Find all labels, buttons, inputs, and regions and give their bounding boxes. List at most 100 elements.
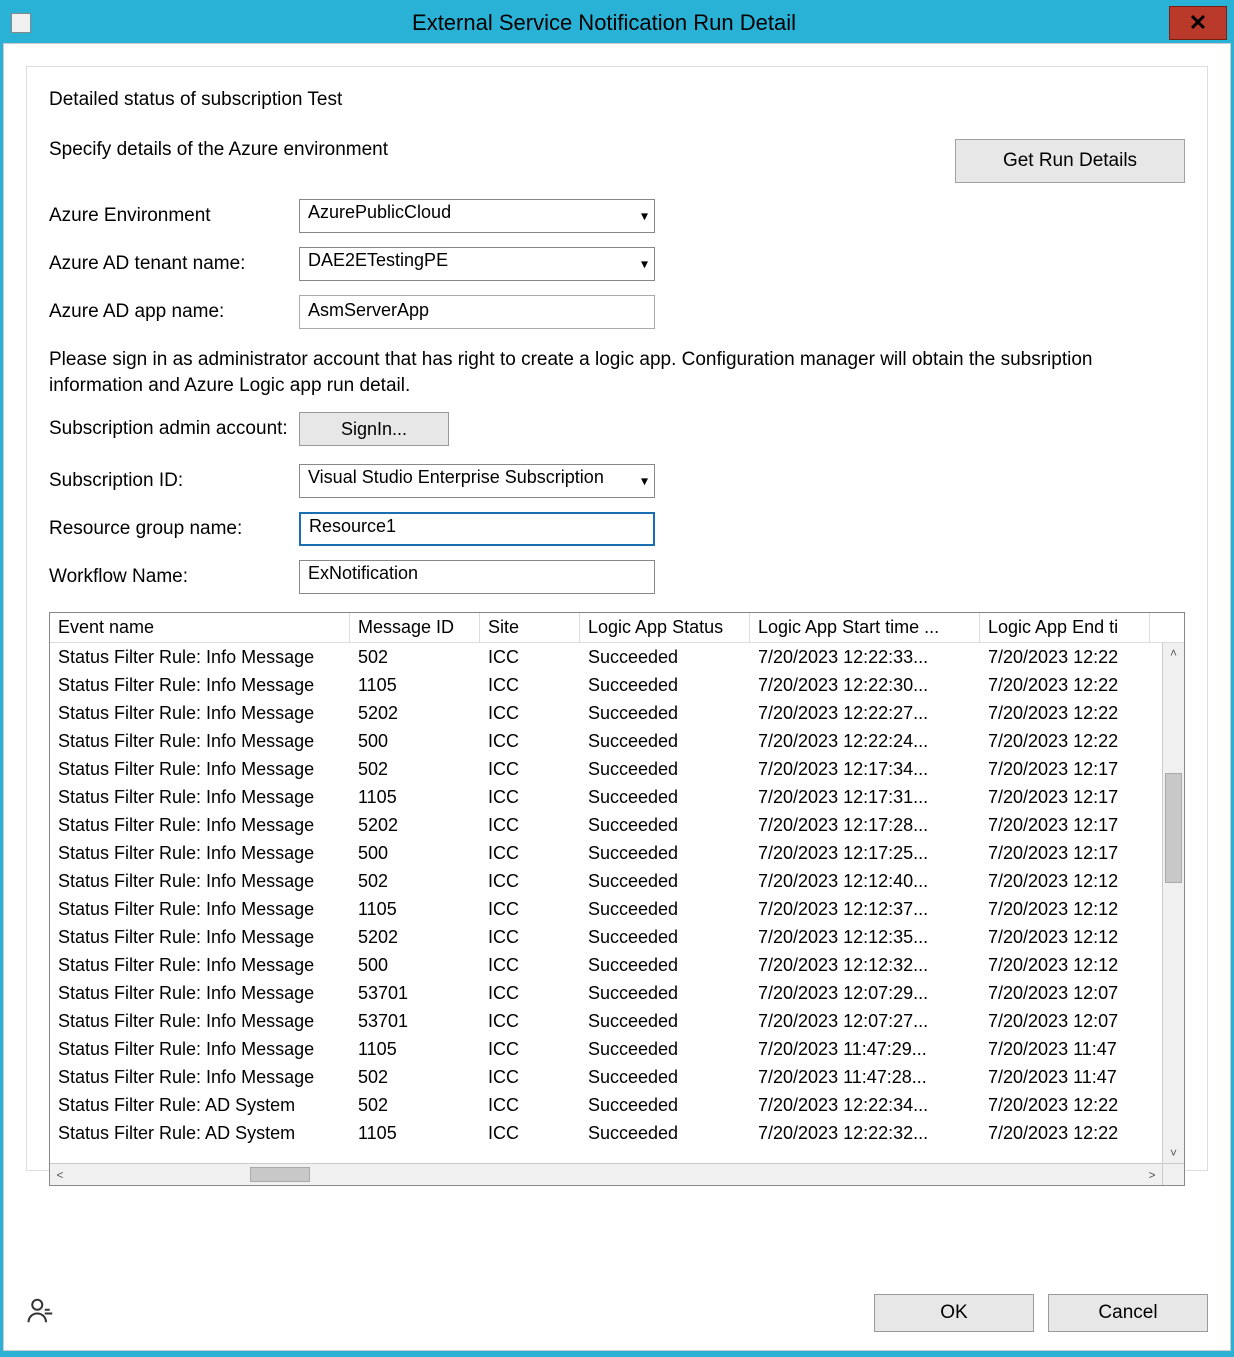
table-row[interactable]: Status Filter Rule: Info Message1105ICCS…: [50, 783, 1162, 811]
horizontal-scrollbar[interactable]: < >: [50, 1163, 1184, 1185]
cell-site: ICC: [480, 757, 580, 782]
cell-logic-app-start: 7/20/2023 12:22:33...: [750, 645, 980, 670]
cell-site: ICC: [480, 1121, 580, 1146]
vertical-scrollbar[interactable]: ˄ ˅: [1162, 643, 1184, 1163]
window-frame: External Service Notification Run Detail…: [0, 0, 1234, 1357]
column-header-logic-app-status[interactable]: Logic App Status: [580, 613, 750, 642]
ad-tenant-value: DAE2ETestingPE: [308, 250, 448, 270]
cell-site: ICC: [480, 1065, 580, 1090]
get-run-details-button[interactable]: Get Run Details: [955, 139, 1185, 183]
table-row[interactable]: Status Filter Rule: Info Message500ICCSu…: [50, 951, 1162, 979]
subscription-heading: Detailed status of subscription Test: [49, 89, 1185, 111]
chevron-down-icon: ▾: [641, 256, 648, 273]
column-header-message-id[interactable]: Message ID: [350, 613, 480, 642]
table-row[interactable]: Status Filter Rule: Info Message5202ICCS…: [50, 699, 1162, 727]
cell-event-name: Status Filter Rule: Info Message: [50, 1037, 350, 1062]
cell-logic-app-end: 7/20/2023 12:12: [980, 953, 1150, 978]
cell-logic-app-end: 7/20/2023 12:17: [980, 841, 1150, 866]
cell-message-id: 502: [350, 1065, 480, 1090]
ok-button[interactable]: OK: [874, 1294, 1034, 1332]
table-row[interactable]: Status Filter Rule: Info Message1105ICCS…: [50, 895, 1162, 923]
scroll-down-arrow-icon[interactable]: ˅: [1163, 1143, 1184, 1163]
cell-logic-app-end: 7/20/2023 12:17: [980, 813, 1150, 838]
column-header-site[interactable]: Site: [480, 613, 580, 642]
cell-logic-app-status: Succeeded: [580, 813, 750, 838]
table-row[interactable]: Status Filter Rule: Info Message53701ICC…: [50, 1007, 1162, 1035]
table-row[interactable]: Status Filter Rule: Info Message500ICCSu…: [50, 839, 1162, 867]
cell-logic-app-end: 7/20/2023 12:17: [980, 785, 1150, 810]
workflow-name-label: Workflow Name:: [49, 566, 299, 588]
cell-message-id: 1105: [350, 673, 480, 698]
cell-logic-app-start: 7/20/2023 12:12:37...: [750, 897, 980, 922]
cell-event-name: Status Filter Rule: Info Message: [50, 953, 350, 978]
ad-tenant-select[interactable]: DAE2ETestingPE ▾: [299, 247, 655, 281]
scroll-left-arrow-icon[interactable]: <: [50, 1164, 70, 1185]
subscription-id-select[interactable]: Visual Studio Enterprise Subscription ▾: [299, 464, 655, 498]
cell-site: ICC: [480, 673, 580, 698]
table-row[interactable]: Status Filter Rule: Info Message502ICCSu…: [50, 867, 1162, 895]
title-bar[interactable]: External Service Notification Run Detail…: [3, 3, 1231, 43]
workflow-name-input[interactable]: ExNotification: [299, 560, 655, 594]
cell-logic-app-status: Succeeded: [580, 925, 750, 950]
cell-site: ICC: [480, 981, 580, 1006]
cell-message-id: 500: [350, 841, 480, 866]
cell-message-id: 500: [350, 729, 480, 754]
table-row[interactable]: Status Filter Rule: Info Message502ICCSu…: [50, 1063, 1162, 1091]
person-icon: [26, 1296, 56, 1331]
cell-site: ICC: [480, 645, 580, 670]
column-header-event-name[interactable]: Event name: [50, 613, 350, 642]
azure-environment-select[interactable]: AzurePublicCloud ▾: [299, 199, 655, 233]
cell-logic-app-status: Succeeded: [580, 729, 750, 754]
ad-app-name-field: AsmServerApp: [299, 295, 655, 329]
cancel-button[interactable]: Cancel: [1048, 1294, 1208, 1332]
scroll-right-arrow-icon[interactable]: >: [1142, 1164, 1162, 1185]
table-row[interactable]: Status Filter Rule: Info Message5202ICCS…: [50, 923, 1162, 951]
table-row[interactable]: Status Filter Rule: AD System1105ICCSucc…: [50, 1119, 1162, 1147]
horizontal-scroll-track[interactable]: [70, 1167, 1142, 1182]
cell-site: ICC: [480, 1093, 580, 1118]
table-row[interactable]: Status Filter Rule: Info Message502ICCSu…: [50, 755, 1162, 783]
cell-logic-app-status: Succeeded: [580, 1037, 750, 1062]
resource-group-input[interactable]: Resource1: [299, 512, 655, 546]
cell-event-name: Status Filter Rule: Info Message: [50, 925, 350, 950]
cell-message-id: 1105: [350, 1037, 480, 1062]
table-row[interactable]: Status Filter Rule: Info Message53701ICC…: [50, 979, 1162, 1007]
column-header-logic-app-start[interactable]: Logic App Start time ...: [750, 613, 980, 642]
table-row[interactable]: Status Filter Rule: AD System502ICCSucce…: [50, 1091, 1162, 1119]
admin-account-label: Subscription admin account:: [49, 418, 299, 440]
cell-logic-app-end: 7/20/2023 12:22: [980, 1121, 1150, 1146]
chevron-down-icon: ▾: [641, 208, 648, 225]
cell-logic-app-status: Succeeded: [580, 869, 750, 894]
cell-site: ICC: [480, 1037, 580, 1062]
cell-logic-app-end: 7/20/2023 12:22: [980, 645, 1150, 670]
cell-event-name: Status Filter Rule: Info Message: [50, 729, 350, 754]
scroll-up-arrow-icon[interactable]: ˄: [1163, 643, 1184, 663]
vertical-scroll-thumb[interactable]: [1165, 773, 1182, 883]
resource-group-label: Resource group name:: [49, 518, 299, 540]
cell-site: ICC: [480, 897, 580, 922]
sign-in-button[interactable]: SignIn...: [299, 412, 449, 446]
cell-logic-app-status: Succeeded: [580, 897, 750, 922]
cell-logic-app-status: Succeeded: [580, 1121, 750, 1146]
horizontal-scroll-thumb[interactable]: [250, 1167, 310, 1182]
cell-logic-app-status: Succeeded: [580, 645, 750, 670]
table-row[interactable]: Status Filter Rule: Info Message1105ICCS…: [50, 671, 1162, 699]
window-title: External Service Notification Run Detail: [39, 10, 1169, 36]
cell-message-id: 500: [350, 953, 480, 978]
cell-logic-app-start: 7/20/2023 12:22:27...: [750, 701, 980, 726]
table-row[interactable]: Status Filter Rule: Info Message5202ICCS…: [50, 811, 1162, 839]
cell-logic-app-status: Succeeded: [580, 981, 750, 1006]
table-row[interactable]: Status Filter Rule: Info Message502ICCSu…: [50, 643, 1162, 671]
table-row[interactable]: Status Filter Rule: Info Message500ICCSu…: [50, 727, 1162, 755]
cell-message-id: 502: [350, 757, 480, 782]
table-row[interactable]: Status Filter Rule: Info Message1105ICCS…: [50, 1035, 1162, 1063]
cell-site: ICC: [480, 729, 580, 754]
close-button[interactable]: ✕: [1169, 6, 1227, 40]
azure-environment-label: Azure Environment: [49, 205, 299, 227]
cell-event-name: Status Filter Rule: AD System: [50, 1093, 350, 1118]
cell-event-name: Status Filter Rule: Info Message: [50, 1009, 350, 1034]
cell-logic-app-end: 7/20/2023 12:07: [980, 981, 1150, 1006]
run-detail-listview[interactable]: Event name Message ID Site Logic App Sta…: [49, 612, 1185, 1186]
cell-site: ICC: [480, 841, 580, 866]
column-header-logic-app-end[interactable]: Logic App End ti: [980, 613, 1150, 642]
